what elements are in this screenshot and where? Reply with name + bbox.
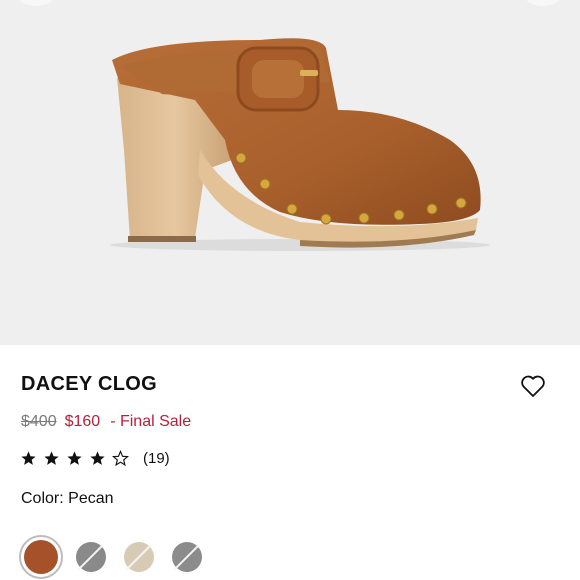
star-filled-icon <box>21 451 36 465</box>
favorite-button[interactable] <box>518 372 548 400</box>
swatch-bone[interactable] <box>124 542 154 572</box>
price-row: $400 $160 - Final Sale <box>21 413 191 431</box>
star-outline-icon <box>112 450 129 467</box>
final-sale-label: - Final Sale <box>110 413 192 430</box>
product-image[interactable] <box>0 0 580 345</box>
star-filled-icon <box>44 451 59 465</box>
rating[interactable]: (19) <box>20 450 170 467</box>
star-filled-icon <box>67 451 82 465</box>
original-price: $400 <box>21 413 57 430</box>
review-count[interactable]: (19) <box>143 450 170 467</box>
sale-price: $160 <box>64 413 101 430</box>
heart-outline-icon <box>521 375 545 397</box>
color-label-text: Color: <box>21 490 64 507</box>
swatch-pecan[interactable] <box>19 535 63 579</box>
clog-illustration <box>110 38 490 251</box>
color-label: Color: Pecan <box>21 490 114 508</box>
swatch-charcoal[interactable] <box>172 542 202 572</box>
product-title: DACEY CLOG <box>21 373 157 395</box>
color-value: Pecan <box>68 490 114 507</box>
star-filled-icon <box>90 451 105 465</box>
swatch-grey[interactable] <box>76 542 106 572</box>
